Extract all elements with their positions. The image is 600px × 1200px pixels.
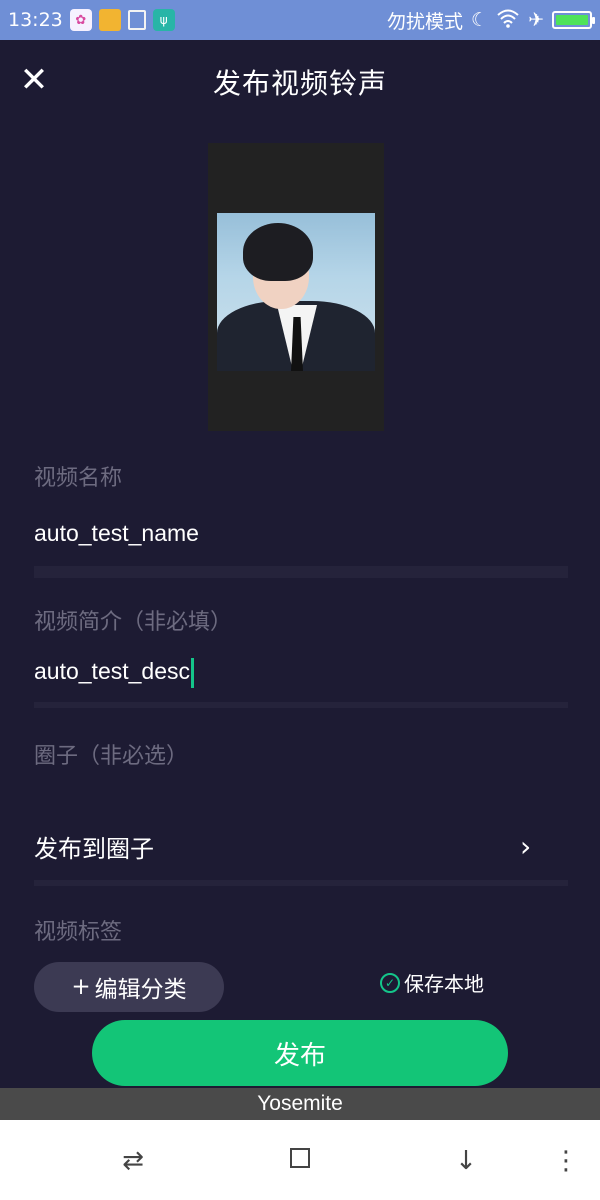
video-name-label: 视频名称 xyxy=(34,466,123,491)
dnd-label: 勿扰模式 xyxy=(387,10,464,33)
close-icon[interactable]: ✕ xyxy=(16,62,52,98)
video-desc-input[interactable]: auto_test_desc xyxy=(34,658,195,688)
toast-message: Yosemite xyxy=(0,1088,600,1120)
photo-hair xyxy=(243,223,313,281)
airplane-icon: ✈ xyxy=(528,9,544,31)
wifi-icon xyxy=(496,8,520,33)
folder-icon xyxy=(98,9,121,31)
menu-icon[interactable]: ⋮ xyxy=(546,1146,586,1176)
publish-button[interactable]: 发布 xyxy=(92,1020,508,1086)
edit-category-button[interactable]: + 编辑分类 xyxy=(34,962,224,1012)
desc-divider xyxy=(34,702,568,708)
chevron-right-icon: › xyxy=(520,829,532,863)
publish-to-circle-label: 发布到圈子 xyxy=(34,834,154,863)
usb-icon: ψ xyxy=(152,9,175,31)
save-local-label: 保存本地 xyxy=(404,972,484,996)
name-divider xyxy=(34,566,568,578)
text-caret xyxy=(191,658,195,688)
edit-category-label: 编辑分类 xyxy=(94,977,187,1003)
status-bar: 13:23 ✿ ψ 勿扰模式 ☾ ✈ xyxy=(0,0,600,40)
video-name-input[interactable]: auto_test_name xyxy=(34,520,199,547)
plus-icon: + xyxy=(71,974,91,1000)
app-icon: ✿ xyxy=(69,9,92,31)
status-time: 13:23 xyxy=(8,9,63,31)
battery-fill xyxy=(556,15,588,25)
status-left: 13:23 ✿ ψ xyxy=(8,9,175,31)
page-title: 发布视频铃声 xyxy=(212,67,387,100)
video-desc-value: auto_test_desc xyxy=(34,658,191,685)
video-tags-label: 视频标签 xyxy=(34,920,123,945)
battery-icon xyxy=(552,11,595,29)
save-local-toggle[interactable]: ✓ 保存本地 xyxy=(380,968,484,997)
publish-to-circle-row[interactable]: 发布到圈子 › xyxy=(0,810,600,882)
moon-icon: ☾ xyxy=(471,9,489,31)
video-desc-label: 视频简介（非必填） xyxy=(34,610,233,635)
switch-icon[interactable]: ⇄ xyxy=(113,1146,153,1176)
header-bar: ✕ 发布视频铃声 xyxy=(0,40,600,124)
circle-divider xyxy=(34,880,568,886)
cleaner-icon xyxy=(127,10,146,30)
status-right: 勿扰模式 ☾ ✈ xyxy=(387,7,595,34)
cover-photo xyxy=(217,213,375,371)
circle-label: 圈子（非必选） xyxy=(34,744,189,769)
square-icon[interactable] xyxy=(280,1146,320,1176)
video-cover[interactable] xyxy=(208,143,384,431)
check-circle-icon: ✓ xyxy=(380,972,400,993)
down-arrow-icon[interactable]: ↓ xyxy=(446,1146,486,1176)
system-nav-bar: ⇄ ↓ ⋮ xyxy=(0,1120,600,1200)
